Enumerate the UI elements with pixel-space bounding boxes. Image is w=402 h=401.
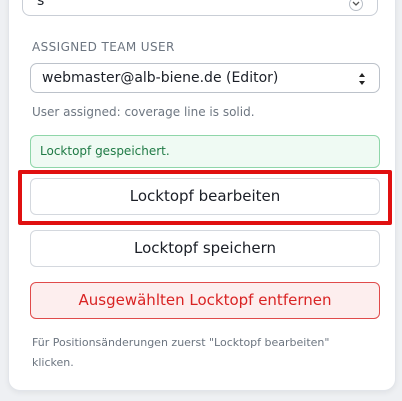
assigned-user-select[interactable]: webmaster@alb-biene.de (Editor) [30,63,380,93]
assigned-team-user-label: ASSIGNED TEAM USER [32,40,175,54]
assignment-hint: User assigned: coverage line is solid. [32,105,255,119]
edit-locktopf-button[interactable]: Locktopf bearbeiten [30,178,380,215]
top-select-value: s [37,0,45,9]
top-select[interactable]: s [22,0,378,16]
save-locktopf-button[interactable]: Locktopf speichern [30,230,380,267]
chevron-down-icon [349,0,363,11]
footnote-text: Für Positionsänderungen zuerst "Locktopf… [32,336,330,369]
success-toast: Locktopf gespeichert. [30,135,380,168]
remove-locktopf-button[interactable]: Ausgewählten Locktopf entfernen [30,282,380,319]
assigned-user-value: webmaster@alb-biene.de (Editor) [42,70,279,86]
success-toast-message: Locktopf gespeichert. [40,144,170,158]
select-arrows-icon [358,71,366,90]
